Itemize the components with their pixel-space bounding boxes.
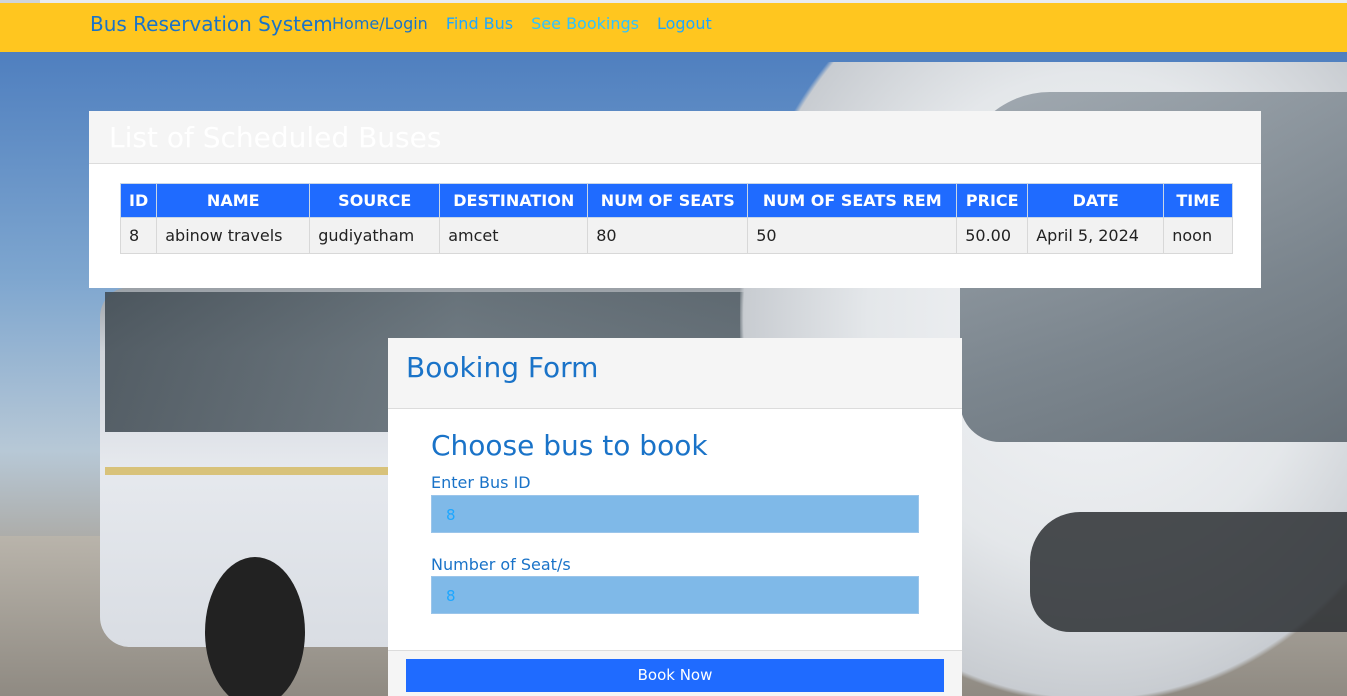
bus-id-label: Enter Bus ID bbox=[431, 473, 531, 492]
cell-time: noon bbox=[1163, 217, 1234, 254]
nav-logout[interactable]: Logout bbox=[657, 14, 712, 33]
buses-card: List of Scheduled Buses ID NAME SOURCE D… bbox=[89, 111, 1261, 288]
corner-tab bbox=[0, 0, 40, 3]
buses-table: ID NAME SOURCE DESTINATION NUM OF SEATS … bbox=[119, 183, 1234, 254]
col-num-seats: NUM OF SEATS bbox=[587, 183, 749, 218]
cell-source: gudiyatham bbox=[309, 217, 441, 254]
nav-links: Home/Login Find Bus See Bookings Logout bbox=[332, 14, 712, 33]
table-header-row: ID NAME SOURCE DESTINATION NUM OF SEATS … bbox=[119, 183, 1234, 218]
navbar: Bus Reservation System Home/Login Find B… bbox=[0, 0, 1347, 52]
seats-label: Number of Seat/s bbox=[431, 555, 571, 574]
buses-card-title: List of Scheduled Buses bbox=[109, 121, 442, 154]
buses-card-header: List of Scheduled Buses bbox=[89, 111, 1261, 164]
brand-link[interactable]: Bus Reservation System bbox=[90, 12, 333, 36]
bus-id-input[interactable]: 8 bbox=[431, 495, 919, 533]
col-destination: DESTINATION bbox=[439, 183, 589, 218]
nav-find-bus[interactable]: Find Bus bbox=[446, 14, 513, 33]
nav-home-login[interactable]: Home/Login bbox=[332, 14, 428, 33]
col-name: NAME bbox=[156, 183, 311, 218]
cell-price: 50.00 bbox=[956, 217, 1029, 254]
cell-num-seats: 80 bbox=[587, 217, 749, 254]
cell-date: April 5, 2024 bbox=[1027, 217, 1165, 254]
cell-id: 8 bbox=[119, 217, 158, 254]
col-time: TIME bbox=[1163, 183, 1234, 218]
cell-num-seats-rem: 50 bbox=[747, 217, 958, 254]
nav-see-bookings[interactable]: See Bookings bbox=[531, 14, 639, 33]
col-id: ID bbox=[119, 183, 158, 218]
booking-form-header: Booking Form bbox=[388, 338, 962, 409]
cell-destination: amcet bbox=[439, 217, 589, 254]
table-row[interactable]: 8 abinow travels gudiyatham amcet 80 50 … bbox=[119, 217, 1234, 254]
book-now-button[interactable]: Book Now bbox=[406, 659, 944, 692]
col-date: DATE bbox=[1027, 183, 1165, 218]
seats-input[interactable]: 8 bbox=[431, 576, 919, 614]
col-price: PRICE bbox=[956, 183, 1029, 218]
cell-name: abinow travels bbox=[156, 217, 311, 254]
booking-form-card: Booking Form Choose bus to book Enter Bu… bbox=[388, 338, 962, 696]
col-source: SOURCE bbox=[309, 183, 441, 218]
col-num-seats-rem: NUM OF SEATS REM bbox=[747, 183, 958, 218]
booking-form-title: Booking Form bbox=[406, 351, 599, 384]
booking-form-subtitle: Choose bus to book bbox=[431, 429, 708, 462]
